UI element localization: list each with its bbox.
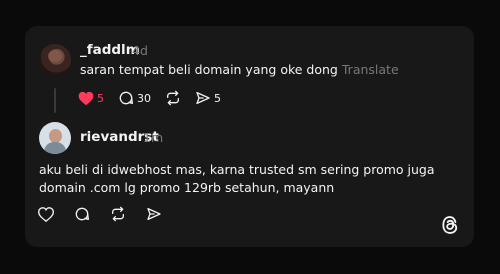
post-username[interactable]: _faddlm	[80, 42, 140, 58]
reply-button[interactable]: 30	[118, 90, 151, 106]
avatar[interactable]	[39, 44, 71, 76]
heart-icon	[38, 206, 54, 222]
share-button[interactable]: 5	[195, 90, 221, 106]
reply-text-line: aku beli di idwebhost mas, karna trusted…	[39, 162, 435, 177]
repost-icon	[112, 206, 124, 222]
post-text: saran tempat beli domain yang oke dong Tr…	[80, 61, 399, 79]
avatar[interactable]	[39, 122, 71, 154]
heart-icon	[78, 91, 94, 105]
reply-text: aku beli di idwebhost mas, karna trusted…	[39, 161, 435, 197]
thread-connector-line	[54, 88, 56, 113]
post-text-body: saran tempat beli domain yang oke dong	[80, 62, 338, 77]
comment-bubble-icon	[119, 91, 133, 105]
post-time: 4d	[132, 43, 148, 58]
threads-logo-icon[interactable]	[440, 214, 460, 240]
share-button[interactable]	[146, 206, 162, 222]
reply-actions	[38, 206, 176, 222]
reply-button[interactable]	[74, 206, 90, 222]
reply-count: 30	[137, 91, 151, 105]
repost-button[interactable]	[110, 206, 126, 222]
send-icon	[147, 208, 161, 220]
repost-icon	[167, 90, 179, 106]
thread-card: _faddlm 4d saran tempat beli domain yang…	[25, 26, 474, 247]
reply-time: 1m	[143, 130, 164, 145]
share-count: 5	[214, 91, 221, 105]
reply-text-line: domain .com lg promo 129rb setahun, maya…	[39, 180, 335, 195]
send-icon	[196, 92, 210, 104]
translate-link[interactable]: Translate	[342, 62, 399, 77]
post-actions: 5 30 5	[78, 90, 235, 106]
avatar-body	[44, 142, 66, 154]
comment-bubble-icon	[75, 207, 89, 221]
avatar-head	[49, 129, 62, 143]
like-count: 5	[97, 91, 104, 105]
like-button[interactable]	[38, 206, 54, 222]
repost-button[interactable]	[165, 90, 181, 106]
like-button[interactable]: 5	[78, 91, 104, 106]
